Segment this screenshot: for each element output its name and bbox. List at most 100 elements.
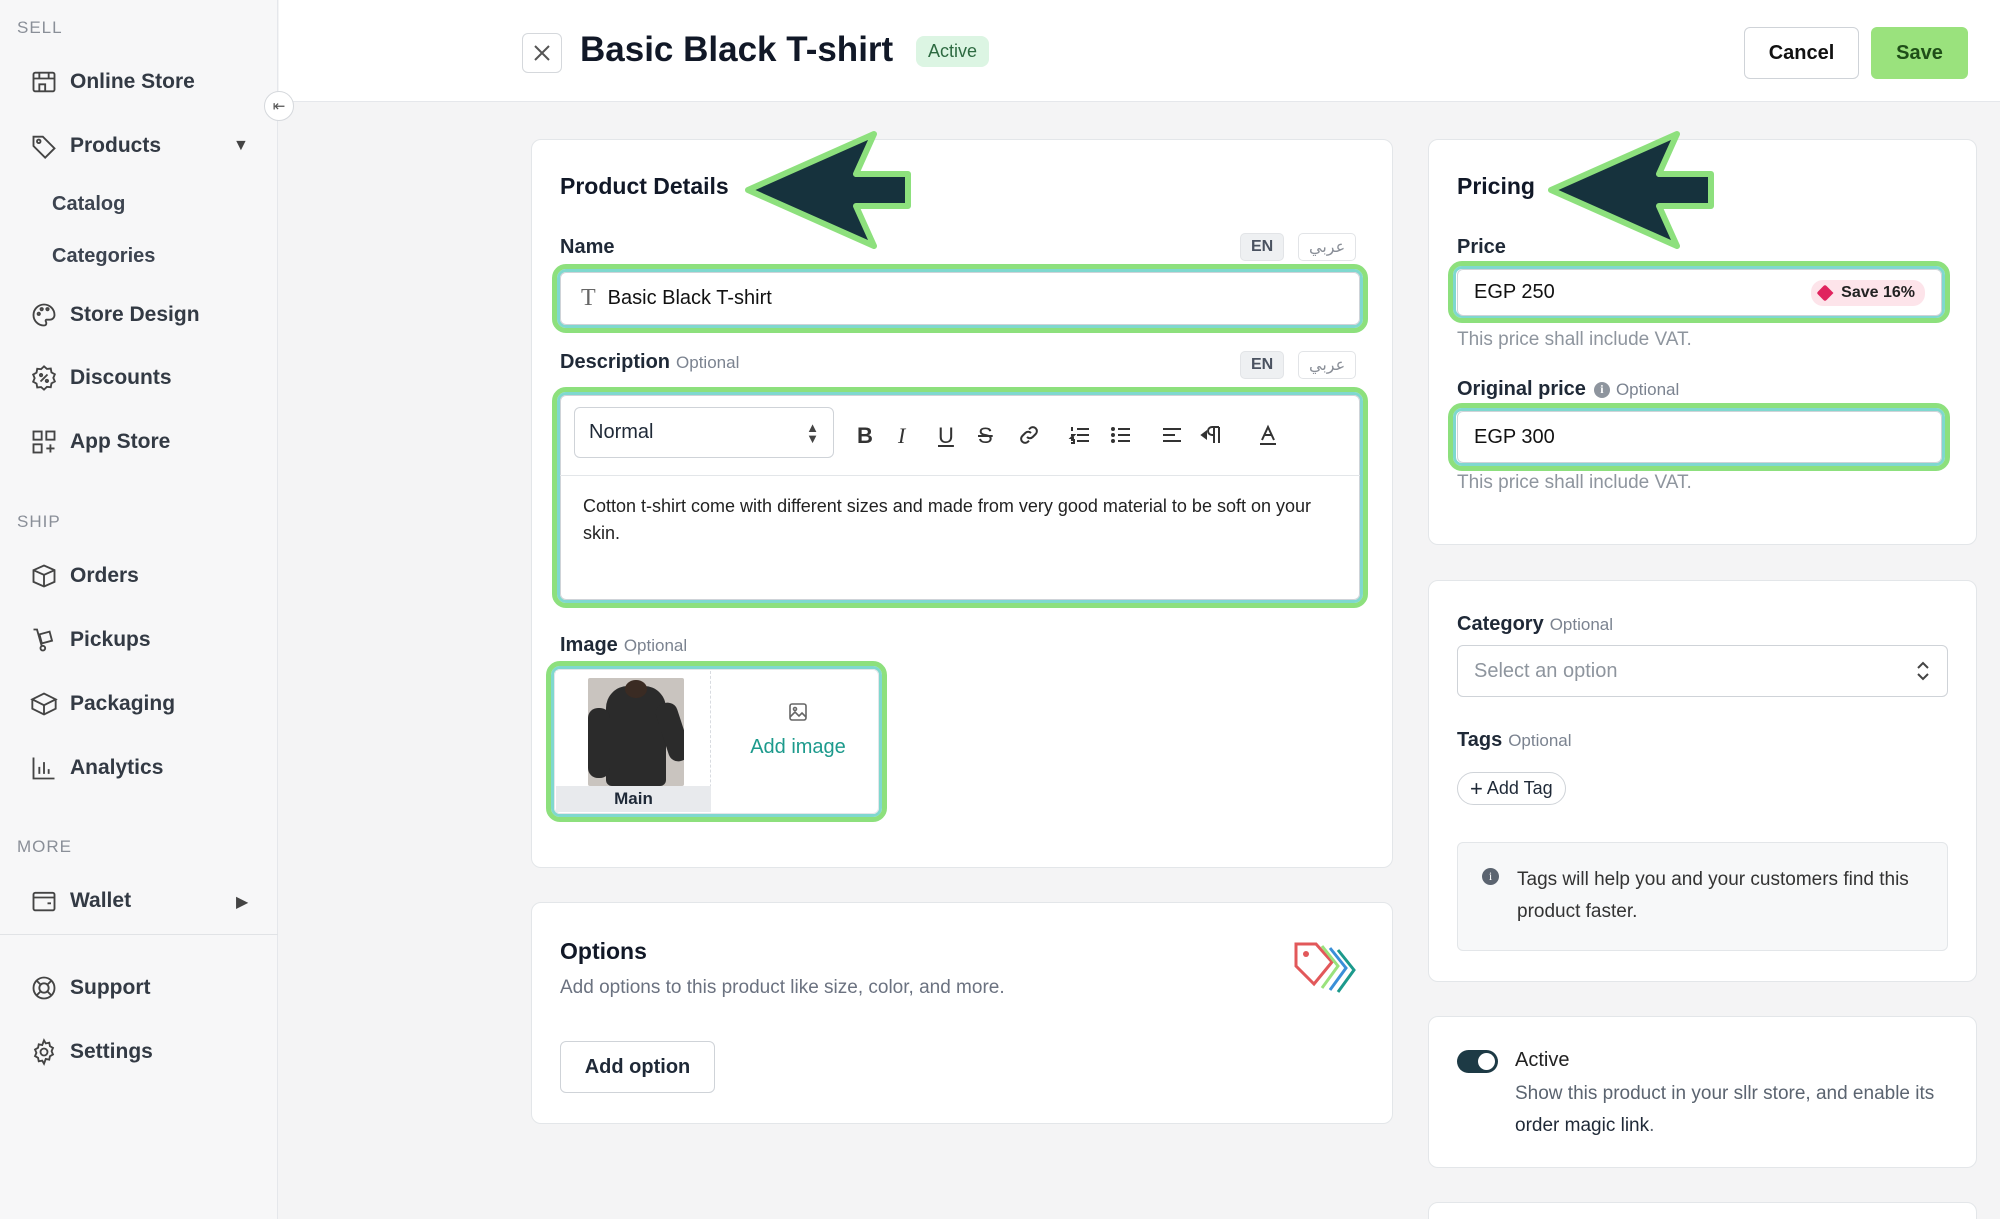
- product-details-title: Product Details: [560, 173, 729, 199]
- optional-tag: Optional: [1508, 731, 1572, 750]
- status-badge: Active: [916, 36, 990, 67]
- link-icon[interactable]: [1017, 423, 1041, 453]
- active-toggle-label: Active: [1515, 1049, 1570, 1071]
- original-price-label-text: Original price: [1457, 378, 1586, 400]
- box-icon: [32, 564, 56, 588]
- underline-icon[interactable]: U: [938, 423, 954, 449]
- bar-chart-icon: [32, 757, 55, 780]
- chevron-right-icon[interactable]: ▶: [236, 892, 248, 912]
- info-icon[interactable]: i: [1593, 381, 1610, 398]
- sidebar-item-settings[interactable]: Settings: [30, 1032, 153, 1072]
- optional-tag: Optional: [623, 636, 688, 655]
- align-left-icon[interactable]: [1160, 423, 1184, 453]
- optional-tag: Optional: [1549, 615, 1614, 634]
- sidebar-item-discounts[interactable]: Discounts: [30, 358, 172, 398]
- options-subtitle: Add options to this product like size, c…: [560, 977, 1005, 998]
- dolly-icon: [33, 628, 54, 652]
- description-label-text: Description: [560, 351, 671, 373]
- tags-label: Tags Optional: [1457, 729, 1572, 752]
- description-label: Description Optional: [560, 351, 739, 374]
- discount-tag-icon: [1816, 284, 1834, 301]
- sidebar-item-wallet[interactable]: Wallet: [30, 881, 131, 921]
- sidebar-item-label: Online Store: [70, 70, 195, 93]
- collapse-sidebar-icon[interactable]: ⇤: [264, 91, 294, 121]
- lang-en-tab[interactable]: EN: [1240, 233, 1285, 261]
- add-tag-label: Add Tag: [1486, 778, 1553, 798]
- options-title: Options: [560, 938, 647, 964]
- add-tag-button[interactable]: + Add Tag: [1457, 772, 1566, 805]
- sidebar-item-packaging[interactable]: Packaging: [30, 684, 175, 724]
- vat-hint: This price shall include VAT.: [1457, 329, 1692, 350]
- order-magic-link[interactable]: order magic link: [1515, 1115, 1649, 1136]
- description-text[interactable]: Cotton t-shirt come with different sizes…: [583, 493, 1333, 547]
- sidebar-item-label: App Store: [70, 430, 171, 453]
- sidebar-item-online-store[interactable]: Online Store: [30, 62, 195, 102]
- bold-icon[interactable]: B: [857, 423, 873, 449]
- sidebar-item-label: Packaging: [70, 692, 176, 715]
- name-label: Name: [560, 236, 615, 258]
- sidebar-item-catalog[interactable]: Catalog: [52, 193, 125, 216]
- discount-icon: [31, 365, 57, 391]
- active-toggle[interactable]: [1457, 1050, 1498, 1073]
- close-button[interactable]: [522, 33, 562, 73]
- ordered-list-icon[interactable]: [1068, 423, 1092, 453]
- page-title: Basic Black T-shirt: [580, 30, 894, 69]
- sidebar-item-products[interactable]: Products: [30, 126, 161, 166]
- sleeve-left: [588, 708, 610, 778]
- sidebar-item-orders[interactable]: Orders: [30, 556, 139, 596]
- tshirt-shape: [606, 686, 666, 786]
- original-price-field[interactable]: EGP 300: [1457, 411, 1942, 463]
- annotation-arrow-left: [1548, 131, 1714, 249]
- optional-tag: Optional: [1615, 379, 1680, 399]
- product-thumbnail: [588, 678, 684, 786]
- active-description: Show this product in your sllr store, an…: [1515, 1078, 1935, 1142]
- bullet-list-icon[interactable]: [1109, 423, 1133, 453]
- category-placeholder: Select an option: [1474, 659, 1618, 682]
- sidebar-item-label: Settings: [70, 1040, 153, 1063]
- category-label: Category Optional: [1457, 613, 1613, 636]
- lang-en-tab[interactable]: EN: [1240, 351, 1285, 379]
- name-field[interactable]: T Basic Black T-shirt: [560, 272, 1360, 325]
- storefront-icon: [32, 71, 56, 93]
- lifebuoy-icon: [32, 976, 56, 1000]
- tags-illustration-icon: [1294, 942, 1356, 993]
- save-button[interactable]: Save: [1871, 27, 1968, 79]
- text-color-icon[interactable]: [1256, 423, 1280, 453]
- active-description-text: Show this product in your sllr store, an…: [1515, 1083, 1935, 1104]
- sidebar-item-app-store[interactable]: App Store: [30, 422, 170, 462]
- format-select[interactable]: Normal ▲ ▼: [574, 407, 834, 458]
- add-option-button[interactable]: Add option: [560, 1041, 715, 1093]
- annotation-arrow-left: [745, 131, 911, 249]
- sidebar-item-pickups[interactable]: Pickups: [30, 620, 151, 660]
- cancel-button[interactable]: Cancel: [1744, 27, 1859, 79]
- image-icon: [789, 703, 807, 721]
- sidebar-item-label: Discounts: [70, 366, 172, 389]
- text-direction-icon[interactable]: [1200, 423, 1226, 453]
- original-price-value: EGP 300: [1474, 425, 1555, 448]
- main-image-tile[interactable]: Main: [556, 671, 711, 812]
- add-image-button[interactable]: Add image: [724, 700, 872, 759]
- sidebar-item-analytics[interactable]: Analytics: [30, 748, 163, 788]
- editor-divider: [560, 475, 1360, 476]
- lang-ar-tab[interactable]: عربي: [1298, 233, 1357, 261]
- vat-hint: This price shall include VAT.: [1457, 472, 1692, 493]
- price-field[interactable]: EGP 250 Save 16%: [1457, 269, 1942, 316]
- select-arrows-icon: ▲ ▼: [806, 419, 819, 446]
- package-icon: [30, 692, 58, 716]
- strikethrough-icon[interactable]: S: [978, 423, 993, 449]
- lang-ar-tab[interactable]: عربي: [1298, 351, 1357, 379]
- category-select[interactable]: Select an option: [1457, 645, 1948, 697]
- price-field-value: EGP 250: [1474, 281, 1555, 303]
- sidebar-item-categories[interactable]: Categories: [52, 245, 155, 268]
- divider: [0, 934, 278, 935]
- sidebar-item-label: Analytics: [70, 756, 164, 779]
- model-head: [625, 680, 647, 698]
- sidebar-item-label: Orders: [70, 564, 139, 587]
- sidebar-item-store-design[interactable]: Store Design: [30, 295, 200, 335]
- tags-info-text: Tags will help you and your customers fi…: [1517, 869, 1909, 922]
- tag-icon: [32, 135, 56, 159]
- chevron-down-icon[interactable]: ▼: [233, 137, 249, 155]
- sidebar-item-support[interactable]: Support: [30, 968, 150, 1008]
- sidebar-item-label: Products: [70, 134, 162, 157]
- italic-icon[interactable]: I: [898, 423, 905, 449]
